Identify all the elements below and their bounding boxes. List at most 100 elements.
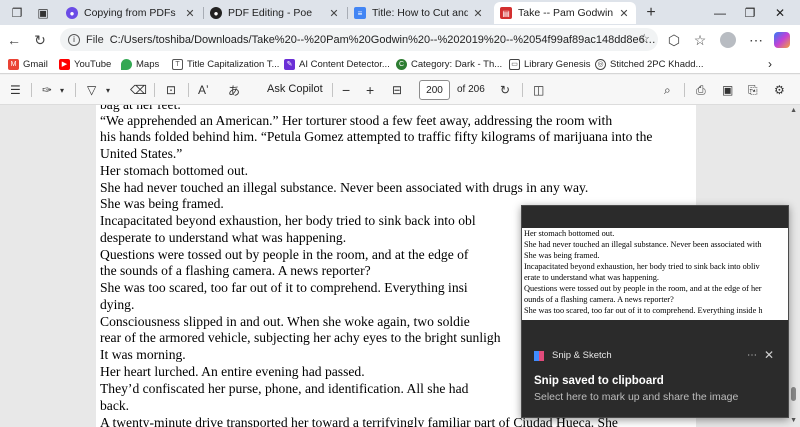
page-number-input[interactable]: 200 bbox=[419, 80, 450, 100]
text-line: “We apprehended an American.” Her tortur… bbox=[100, 113, 613, 128]
bookmark-label: Library Genesis bbox=[524, 58, 591, 70]
bookmark-label: YouTube bbox=[74, 58, 112, 70]
ai-detector-icon: ✎ bbox=[284, 58, 295, 70]
notification-title: Snip saved to clipboard bbox=[534, 375, 664, 387]
scroll-up-icon[interactable]: ▲ bbox=[790, 107, 797, 114]
restore-icon[interactable]: ❐ bbox=[736, 3, 764, 23]
address-bar[interactable]: i File C:/Users/toshiba/Downloads/Take%2… bbox=[60, 28, 658, 51]
snip-notification[interactable]: Her stomach bottomed out. She had never … bbox=[521, 205, 789, 418]
close-tab-icon[interactable]: ✕ bbox=[472, 7, 484, 20]
bookmark-ai-content-detector[interactable]: ✎ AI Content Detector... bbox=[284, 57, 390, 71]
text-line: She was too scared, too far out of it to… bbox=[100, 280, 468, 295]
save-as-icon[interactable]: ⎘ bbox=[748, 82, 758, 98]
snip-preview-image[interactable]: Her stomach bottomed out. She had never … bbox=[522, 228, 788, 320]
bookmark-title-capitalization[interactable]: T Title Capitalization T... bbox=[172, 57, 279, 71]
bookmark-gmail[interactable]: M Gmail bbox=[8, 57, 48, 71]
bookmark-stitched-2pc[interactable]: ◎ Stitched 2PC Khadd... bbox=[595, 57, 703, 71]
tab-pdf-editing-poe[interactable]: ● PDF Editing - Poe ✕ bbox=[204, 2, 346, 24]
preview-line: Incapacitated beyond exhaustion, her bod… bbox=[524, 262, 760, 271]
tab-title: Copying from PDFs bbox=[84, 7, 176, 19]
notification-app-name: Snip & Sketch bbox=[552, 350, 612, 361]
more-bookmarks-icon[interactable]: › bbox=[768, 57, 772, 71]
category-icon: C bbox=[396, 58, 407, 70]
close-tab-icon[interactable]: ✕ bbox=[618, 7, 630, 20]
bookmark-category-dark[interactable]: C Category: Dark - Th... bbox=[396, 57, 502, 71]
erase-icon[interactable]: ⌫ bbox=[130, 82, 147, 98]
highlight-dropdown-icon[interactable]: ▾ bbox=[60, 82, 64, 98]
new-tab-icon[interactable]: + bbox=[642, 4, 660, 22]
notification-header: Snip & Sketch bbox=[534, 350, 612, 361]
read-aloud-icon[interactable]: Aʼ bbox=[198, 82, 209, 98]
snip-sketch-icon bbox=[534, 350, 544, 361]
favorites-icon[interactable]: ☆ bbox=[690, 30, 710, 50]
translate-icon[interactable]: あ bbox=[228, 82, 240, 98]
more-options-icon[interactable]: ⋯ bbox=[747, 350, 757, 361]
text-line: dying. bbox=[100, 297, 135, 312]
url-text[interactable]: C:/Users/toshiba/Downloads/Take%20--%20P… bbox=[110, 34, 658, 46]
text-line: rear of the armored vehicle, subjecting … bbox=[100, 330, 501, 345]
bookmark-library-genesis[interactable]: ▭ Library Genesis bbox=[509, 57, 591, 71]
minimize-icon[interactable]: — bbox=[706, 3, 734, 23]
text-line: She had never touched an illegal substan… bbox=[100, 180, 589, 195]
close-tab-icon[interactable]: ✕ bbox=[184, 7, 196, 20]
refresh-icon[interactable]: ↻ bbox=[30, 30, 50, 50]
bookmark-label: Maps bbox=[136, 58, 160, 70]
docs-icon: ≡ bbox=[354, 7, 366, 19]
globe-icon: ◎ bbox=[595, 58, 606, 70]
search-icon[interactable]: ⌕ bbox=[664, 82, 671, 98]
close-tab-icon[interactable]: ✕ bbox=[328, 7, 340, 20]
bookmark-label: Stitched 2PC Khadd... bbox=[610, 58, 704, 70]
zoom-in-icon[interactable]: + bbox=[366, 82, 374, 98]
tab-take-pam-godwin[interactable]: ▤ Take -- Pam Godwin -- 2019 ✕ bbox=[494, 2, 636, 24]
scroll-down-icon[interactable]: ▼ bbox=[790, 417, 797, 424]
draw-dropdown-icon[interactable]: ▾ bbox=[106, 82, 110, 98]
back-icon[interactable]: ← bbox=[4, 30, 24, 50]
info-icon[interactable]: i bbox=[68, 33, 80, 46]
text-line: They’d confiscated her purse, phone, and… bbox=[100, 381, 469, 396]
highlight-icon[interactable]: ✑ bbox=[42, 82, 52, 98]
address-row: ← ↻ i File C:/Users/toshiba/Downloads/Ta… bbox=[0, 25, 800, 54]
bookmark-youtube[interactable]: ▶ YouTube bbox=[59, 57, 111, 71]
close-window-icon[interactable]: ✕ bbox=[766, 3, 794, 23]
text-line: Her stomach bottomed out. bbox=[100, 163, 248, 178]
print-icon[interactable]: ⎙ bbox=[696, 82, 706, 98]
bookmark-label: Category: Dark - Th... bbox=[411, 58, 503, 70]
scrollbar[interactable] bbox=[790, 105, 798, 427]
tab-title: Take -- Pam Godwin -- 2019 bbox=[518, 7, 614, 19]
contents-icon[interactable]: ☰ bbox=[10, 82, 21, 98]
favorite-star-icon[interactable]: ☆ bbox=[638, 31, 650, 47]
page-total: of 206 bbox=[457, 84, 485, 95]
profile-avatar[interactable] bbox=[718, 30, 738, 50]
scroll-thumb[interactable] bbox=[791, 387, 796, 401]
extensions-icon[interactable]: ⬡ bbox=[664, 30, 684, 50]
tab-copying-from-pdfs[interactable]: ● Copying from PDFs ✕ bbox=[60, 2, 202, 24]
bookmarks-bar: M Gmail ▶ YouTube Maps T Title Capitaliz… bbox=[0, 54, 800, 74]
page-view-icon[interactable]: ◫ bbox=[533, 82, 544, 98]
ask-copilot-button[interactable]: Ask Copilot bbox=[267, 83, 323, 95]
url-scheme: File bbox=[86, 33, 104, 46]
save-icon[interactable]: ▣ bbox=[722, 82, 733, 98]
text-line: Questions were tossed out by people in t… bbox=[100, 247, 469, 262]
vertical-tabs-icon[interactable]: ▣ bbox=[34, 4, 52, 22]
folder-icon: ▭ bbox=[509, 58, 520, 70]
bookmark-label: Title Capitalization T... bbox=[187, 58, 280, 70]
menu-dots-icon[interactable]: ⋯ bbox=[746, 30, 766, 50]
settings-icon[interactable]: ⚙ bbox=[774, 82, 785, 98]
rotate-icon[interactable]: ↻ bbox=[500, 82, 510, 98]
copilot-icon[interactable] bbox=[772, 30, 792, 50]
bookmark-maps[interactable]: Maps bbox=[121, 57, 159, 71]
add-text-icon[interactable]: ⊡ bbox=[166, 82, 176, 98]
text-line: Incapacitated beyond exhaustion, her bod… bbox=[100, 213, 476, 228]
draw-icon[interactable]: ▽ bbox=[87, 82, 96, 98]
close-notification-icon[interactable]: ✕ bbox=[764, 348, 774, 362]
zoom-out-icon[interactable]: − bbox=[342, 82, 350, 98]
fit-page-icon[interactable]: ⊟ bbox=[392, 82, 402, 98]
text-line: Her heart lurched. An entire evening had… bbox=[100, 364, 365, 379]
text-line: desperate to understand what was happeni… bbox=[100, 230, 347, 245]
bookmark-label: AI Content Detector... bbox=[299, 58, 390, 70]
tab-how-to-cut-and-paste[interactable]: ≡ Title: How to Cut and Paste ✕ bbox=[348, 2, 490, 24]
title-capitalization-icon: T bbox=[172, 58, 183, 70]
pdf-toolbar: ☰ ✑ ▾ ▽ ▾ ⌫ ⊡ Aʼ あ Ask Copilot − + ⊟ 200… bbox=[0, 75, 800, 105]
preview-line: She was too scared, too far out of it to… bbox=[524, 306, 763, 315]
workspaces-icon[interactable]: ❐ bbox=[8, 4, 26, 22]
